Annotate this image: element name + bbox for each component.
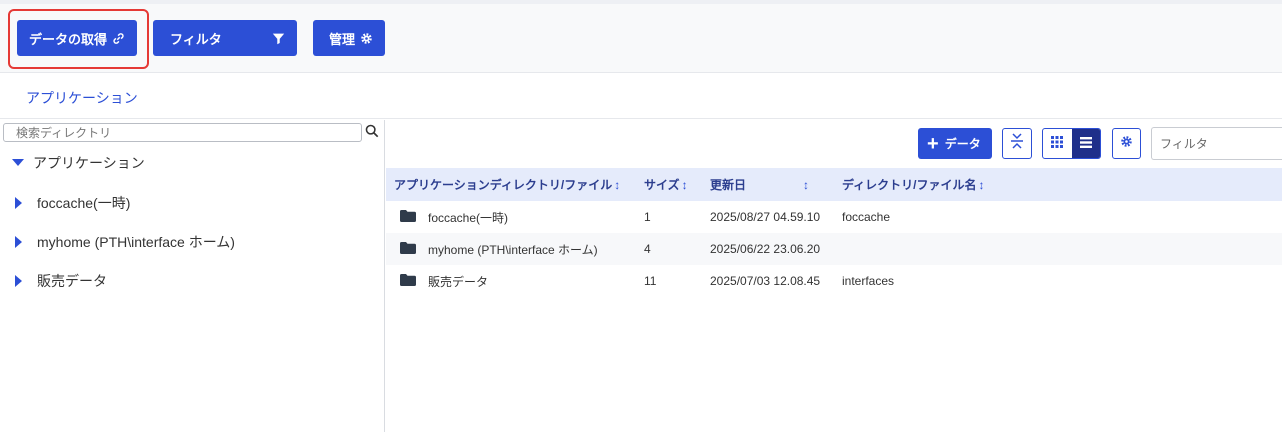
search-icon[interactable]: [365, 124, 379, 143]
gear-icon: [1120, 135, 1133, 153]
column-header-size[interactable]: サイズ ↕: [636, 168, 702, 201]
grid-view-button[interactable]: [1043, 129, 1072, 158]
table-row[interactable]: myhome (PTH\interface ホーム) 4 2025/06/22 …: [386, 233, 1282, 265]
sort-icon: ↕: [681, 178, 688, 192]
caret-right-icon: [9, 275, 29, 287]
collapse-icon: [1010, 133, 1024, 154]
list-icon: [1079, 135, 1092, 153]
link-icon: [112, 32, 125, 45]
list-view-button[interactable]: [1071, 129, 1100, 158]
tree-item-label: foccache(一時): [37, 195, 131, 211]
get-data-label: データの取得: [29, 31, 108, 47]
caret-right-icon: [9, 236, 29, 248]
column-header-name[interactable]: アプリケーションディレクトリ/ファイル ↕: [386, 168, 636, 201]
row-dirname: interfaces: [842, 274, 895, 288]
tree-root[interactable]: アプリケーション: [8, 153, 145, 173]
caret-down-icon: [8, 159, 28, 167]
row-size: 1: [644, 210, 651, 224]
plus-icon: +: [927, 132, 939, 155]
sort-icon: ↕: [978, 178, 985, 192]
settings-button[interactable]: [1112, 128, 1141, 159]
manage-button[interactable]: 管理: [313, 20, 385, 56]
folder-icon: [400, 241, 428, 257]
tree-root-label: アプリケーション: [33, 155, 145, 171]
sort-icon: ↕: [803, 178, 810, 192]
tree-item-label: 販売データ: [37, 273, 107, 289]
row-size: 11: [644, 274, 657, 288]
folder-icon: [400, 273, 428, 289]
breadcrumb: アプリケーション: [0, 73, 1282, 119]
row-updated: 2025/08/27 04.59.10: [710, 210, 821, 224]
get-data-button[interactable]: データの取得: [17, 20, 137, 56]
row-updated: 2025/07/03 12.08.45: [710, 274, 821, 288]
breadcrumb-current[interactable]: アプリケーション: [26, 88, 138, 108]
filter-button[interactable]: フィルタ: [153, 20, 297, 56]
row-updated: 2025/06/22 23.06.20: [710, 242, 821, 256]
view-toggle: [1042, 128, 1101, 159]
add-data-button[interactable]: + データ: [918, 128, 992, 159]
list-filter-input[interactable]: [1152, 128, 1282, 159]
column-header-dirname[interactable]: ディレクトリ/ファイル名 ↕: [834, 168, 1282, 201]
directory-tree-panel: アプリケーション foccache(一時) myhome (PTH\interf…: [0, 120, 385, 432]
folder-icon: [400, 209, 428, 225]
row-name: 販売データ: [428, 274, 489, 289]
row-name: foccache(一時): [428, 210, 509, 225]
manage-label: 管理: [329, 31, 356, 47]
main-toolbar: データの取得 フィルタ 管理: [0, 4, 1282, 73]
add-data-label: データ: [944, 137, 981, 151]
row-size: 4: [644, 242, 651, 256]
list-filter-field: [1151, 127, 1282, 160]
row-dirname: [834, 233, 1282, 265]
row-dirname: foccache: [842, 210, 891, 224]
file-table: アプリケーションディレクトリ/ファイル ↕ サイズ ↕ 更新日 ↕ ディレクトリ/ファ…: [386, 168, 1282, 297]
filter-label: フィルタ: [170, 31, 222, 47]
row-name: myhome (PTH\interface ホーム): [428, 242, 598, 257]
sort-icon: ↕: [614, 178, 621, 192]
tree-item-myhome[interactable]: myhome (PTH\interface ホーム): [9, 232, 235, 252]
collapse-button[interactable]: [1002, 128, 1032, 159]
column-header-updated[interactable]: 更新日 ↕: [702, 168, 834, 201]
tree-search-field: [3, 123, 362, 142]
gear-icon: [360, 32, 373, 45]
tree-item-label: myhome (PTH\interface ホーム): [37, 234, 235, 250]
table-row[interactable]: foccache(一時) 1 2025/08/27 04.59.10 focca…: [386, 201, 1282, 233]
grid-icon: [1051, 135, 1064, 153]
funnel-icon: [272, 32, 285, 45]
table-row[interactable]: 販売データ 11 2025/07/03 12.08.45 interfaces: [386, 265, 1282, 297]
file-list-panel: + データ アプリケーションディレクト: [386, 120, 1282, 432]
tree-item-sales-data[interactable]: 販売データ: [9, 271, 107, 291]
tree-search-input[interactable]: [4, 124, 361, 142]
caret-right-icon: [9, 197, 29, 209]
tree-item-foccache[interactable]: foccache(一時): [9, 193, 130, 213]
table-header-row: アプリケーションディレクトリ/ファイル ↕ サイズ ↕ 更新日 ↕ ディレクトリ/ファ…: [386, 168, 1282, 201]
